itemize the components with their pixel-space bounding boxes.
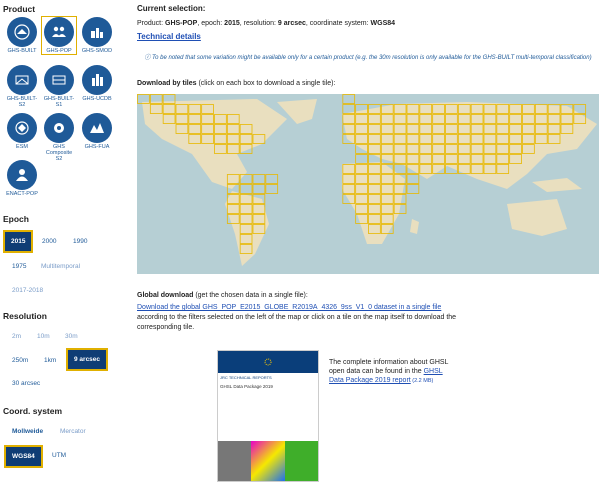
epoch-2000[interactable]: 2000 <box>42 238 56 245</box>
tile[interactable] <box>265 184 279 194</box>
tile[interactable] <box>406 184 420 194</box>
sel-epoch: 2015 <box>224 20 240 27</box>
resolution-1km[interactable]: 1km <box>44 357 56 364</box>
tile[interactable] <box>342 94 356 104</box>
epoch-multitemporal[interactable]: Multitemporal <box>41 263 80 270</box>
resolution-30m[interactable]: 30m <box>65 333 78 340</box>
resolution-250m[interactable]: 250m <box>12 357 28 364</box>
current-selection-title: Current selection: <box>137 4 206 13</box>
tiles-title: Download by tiles <box>137 80 197 87</box>
sel-res: 9 arcsec <box>277 20 306 27</box>
sel-res-prefix: , resolution: <box>239 20 278 27</box>
product-label: GHS-POP <box>46 48 72 54</box>
tile[interactable] <box>355 154 368 164</box>
epoch-section-title: Epoch <box>3 214 29 224</box>
product-ghs-ucdb[interactable]: GHS-UCDB <box>80 65 114 102</box>
current-selection-text: Product: GHS-POP, epoch: 2015, resolutio… <box>137 20 395 27</box>
product-ghs-smod[interactable]: GHS-SMOD <box>80 17 114 54</box>
product-label: GHS-FUA <box>84 144 110 150</box>
sel-epoch-prefix: , epoch: <box>197 20 225 27</box>
product-label: GHS-BUILT <box>7 48 37 54</box>
tiles-heading: Download by tiles (click on each box to … <box>137 80 335 87</box>
ghs-built-icon <box>7 17 37 47</box>
ghs-pop-icon <box>44 17 74 47</box>
coord-mercator[interactable]: Mercator <box>60 428 86 435</box>
sel-prefix: Product: <box>137 20 166 27</box>
resolution-2m[interactable]: 2m <box>12 333 21 340</box>
resolution-9-arcsec[interactable]: 9 arcsec <box>66 348 109 371</box>
product-label: GHS Composite S2 <box>45 144 73 162</box>
epoch-1990[interactable]: 1990 <box>73 238 87 245</box>
global-heading: Global download (get the chosen data in … <box>137 292 308 299</box>
main-content: Current selection: Product: GHS-POP, epo… <box>137 0 599 482</box>
product-label: ENACT-POP <box>6 191 38 197</box>
coord-utm[interactable]: UTM <box>52 452 66 459</box>
product-ghs-composite-s2[interactable]: GHS Composite S2 <box>42 113 76 162</box>
product-ghs-built-s1[interactable]: GHS-BUILT-S1 <box>42 65 76 108</box>
tile[interactable] <box>406 174 420 184</box>
product-enact-pop[interactable]: ENACT-POP <box>5 160 39 197</box>
sel-coord-prefix: , coordinate system: <box>305 20 371 27</box>
product-ghs-fua[interactable]: GHS-FUA <box>80 113 114 150</box>
esm-icon <box>7 113 37 143</box>
report-cover-image <box>218 441 318 481</box>
epoch-2015[interactable]: 2015 <box>3 230 34 253</box>
report-title: GHSL Data Package 2019 <box>220 384 273 389</box>
tile[interactable] <box>393 164 407 174</box>
report-cover[interactable]: JRC TECHNICAL REPORTS GHSL Data Package … <box>217 350 319 482</box>
product-label: GHS-SMOD <box>81 48 113 54</box>
product-section-title: Product <box>3 4 36 14</box>
coord-mollweide[interactable]: Mollweide <box>12 428 43 435</box>
product-label: GHS-BUILT-S2 <box>6 96 38 108</box>
resolution-10m[interactable]: 10m <box>37 333 50 340</box>
sel-product: GHS-POP <box>165 20 198 27</box>
info-icon: ⓘ <box>144 55 153 61</box>
ghs-composite-s2-icon <box>44 113 74 143</box>
resolution-section-title: Resolution <box>3 311 47 321</box>
note-body: To be noted that some variation might be… <box>152 55 592 61</box>
ghs-built-s2-icon <box>7 65 37 95</box>
global-hint: (get the chosen data in a single file): <box>193 292 308 299</box>
ghs-ucdb-icon <box>82 65 112 95</box>
ghs-smod-icon <box>82 17 112 47</box>
report-header: JRC TECHNICAL REPORTS <box>220 375 272 380</box>
product-esm[interactable]: ESM <box>5 113 39 150</box>
tile-map[interactable] <box>137 94 599 274</box>
epoch-2017-2018[interactable]: 2017-2018 <box>12 287 43 294</box>
product-label: ESM <box>16 144 28 150</box>
global-download-text: Download the global GHS_POP_E2015_GLOBE_… <box>137 303 467 333</box>
world-map-svg <box>137 94 597 266</box>
note-text: ⓘ To be noted that some variation might … <box>137 54 599 62</box>
tile[interactable] <box>239 184 253 194</box>
resolution-30-arcsec[interactable]: 30 arcsec <box>12 380 40 387</box>
coord-wgs84[interactable]: WGS84 <box>4 445 43 468</box>
tile[interactable] <box>252 184 266 194</box>
eu-flag-icon <box>218 351 318 373</box>
enact-pop-icon <box>7 160 37 190</box>
filter-text: according to the filters selected on the… <box>137 314 457 331</box>
product-label: GHS-BUILT-S1 <box>43 96 75 108</box>
report-size: (2.2 MB) <box>410 378 434 384</box>
coord-section-title: Coord. system <box>3 406 63 416</box>
technical-details-link[interactable]: Technical details <box>137 32 201 41</box>
product-ghs-pop[interactable]: GHS-POP <box>41 16 77 55</box>
tile[interactable] <box>265 174 279 184</box>
global-download-link[interactable]: Download the global GHS_POP_E2015_GLOBE_… <box>137 304 441 311</box>
epoch-1975[interactable]: 1975 <box>12 263 26 270</box>
product-ghs-built-s2[interactable]: GHS-BUILT-S2 <box>5 65 39 108</box>
global-title: Global download <box>137 292 194 299</box>
tiles-hint: (click on each box to download a single … <box>196 80 336 87</box>
ghs-built-s1-icon <box>44 65 74 95</box>
product-ghs-built[interactable]: GHS-BUILT <box>5 17 39 54</box>
sidebar: Product GHS-BUILT GHS-POP GHS-SMOD GHS-B… <box>0 0 128 480</box>
sel-coord: WGS84 <box>370 20 396 27</box>
report-info: The complete information about GHSL open… <box>329 358 459 386</box>
product-label: GHS-UCDB <box>82 96 112 102</box>
tile[interactable] <box>252 174 266 184</box>
ghs-fua-icon <box>82 113 112 143</box>
